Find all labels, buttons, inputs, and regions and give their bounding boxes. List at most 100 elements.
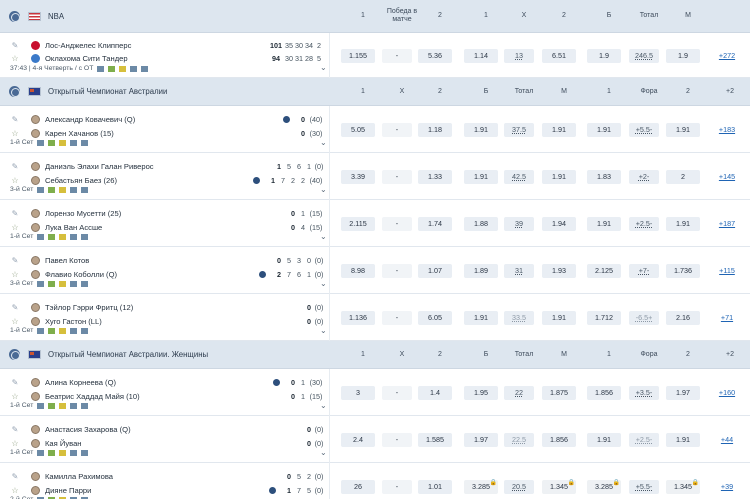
odds-cell[interactable]: 3.285 🔒 [464,479,498,494]
expand-chevron-icon[interactable]: ⌄ [320,495,327,499]
participant-name[interactable]: Алина Корнеева (Q) [45,378,116,387]
odds-cell[interactable]: - [382,263,412,278]
more-markets-link[interactable]: +115 [712,264,742,278]
odds-cell[interactable]: 1.856 [587,385,621,400]
pin-icon[interactable]: ✎ [10,471,20,481]
odds-cell[interactable]: 3.285 🔒 [587,479,621,494]
card-icon[interactable] [59,402,67,409]
chart-icon[interactable] [70,139,78,146]
field-icon[interactable] [48,186,56,193]
stats-icon[interactable] [37,402,45,409]
pin-icon[interactable]: ✎ [10,424,20,434]
odds-cell[interactable]: -6.5+ [629,310,659,325]
odds-cell[interactable]: - [382,385,412,400]
chart-icon[interactable] [130,65,138,72]
league-title[interactable]: Открытый Чемпионат Австралии. Женщины [0,341,330,368]
odds-cell[interactable]: 1.97 [464,432,498,447]
odds-cell[interactable]: 1.91 [587,432,621,447]
card-icon[interactable] [59,449,67,456]
more-markets-link[interactable]: +145 [712,170,742,184]
expand-chevron-icon[interactable]: ⌄ [320,279,327,288]
chart-icon[interactable] [70,449,78,456]
favorite-star-icon[interactable]: ☆ [10,222,20,232]
lineup-icon[interactable] [81,449,89,456]
field-icon[interactable] [48,139,56,146]
participant-name[interactable]: Карен Хачанов (15) [45,129,114,138]
odds-cell[interactable]: 1.33 [418,169,452,184]
odds-cell[interactable]: 37.5 [504,122,534,137]
more-markets-link[interactable]: +39 [712,480,742,494]
participant-name[interactable]: Камилла Рахимова [45,472,113,481]
odds-cell[interactable]: 2.125 [587,263,621,278]
odds-cell[interactable]: 1.97 [666,385,700,400]
odds-cell[interactable]: 1.74 [418,216,452,231]
pin-icon[interactable]: ✎ [10,40,20,50]
odds-cell[interactable]: 5.05 [341,122,375,137]
odds-cell[interactable]: 1.91 [666,122,700,137]
stats-icon[interactable] [37,449,45,456]
participant-name[interactable]: Оклахома Сити Тандер [45,54,128,63]
event-row[interactable]: ✎ Анастасия Захарова (Q) 0 (0) ☆ Кая Йуван 0 (0… [0,416,750,463]
stats-icon[interactable] [37,233,45,240]
stats-icon[interactable] [37,186,45,193]
odds-cell[interactable]: 22 [504,385,534,400]
field-icon[interactable] [108,65,116,72]
field-icon[interactable] [48,449,56,456]
participant-name[interactable]: Лорензо Мусетти (25) [45,209,121,218]
odds-cell[interactable]: 1.345 🔒 [542,479,576,494]
expand-chevron-icon[interactable]: ⌄ [320,138,327,147]
expand-chevron-icon[interactable]: ⌄ [320,401,327,410]
more-markets-link[interactable]: +44 [712,433,742,447]
odds-cell[interactable]: 1.136 [341,310,375,325]
participant-name[interactable]: Флавио Коболли (Q) [45,270,117,279]
favorite-star-icon[interactable]: ☆ [10,438,20,448]
odds-cell[interactable]: 26 [341,479,375,494]
odds-cell[interactable]: +3.5- [629,385,659,400]
odds-cell[interactable]: +2.5- [629,216,659,231]
odds-cell[interactable]: - [382,48,412,63]
odds-cell[interactable]: 1.91 [464,169,498,184]
odds-cell[interactable]: 1.94 [542,216,576,231]
odds-cell[interactable]: 1.345 🔒 [666,479,700,494]
odds-cell[interactable]: 1.155 [341,48,375,63]
odds-cell[interactable]: - [382,169,412,184]
odds-cell[interactable]: 8.98 [341,263,375,278]
odds-cell[interactable]: 1.91 [542,169,576,184]
odds-cell[interactable]: 3 [341,385,375,400]
favorite-star-icon[interactable]: ☆ [10,53,20,63]
odds-cell[interactable]: +2- [629,169,659,184]
odds-cell[interactable]: 2.4 [341,432,375,447]
odds-cell[interactable]: 1.712 [587,310,621,325]
expand-chevron-icon[interactable]: ⌄ [320,63,327,72]
participant-name[interactable]: Хуго Гастон (LL) [45,317,102,326]
lineup-icon[interactable] [81,186,89,193]
lineup-icon[interactable] [81,280,89,287]
odds-cell[interactable]: 1.91 [542,310,576,325]
card-icon[interactable] [59,139,67,146]
event-row[interactable]: ✎ Камилла Рахимова 0 5 2 (0) ☆ Дияне Парри 1 7 5 (0… [0,463,750,499]
odds-cell[interactable]: 1.91 [587,122,621,137]
card-icon[interactable] [59,186,67,193]
lineup-icon[interactable] [141,65,149,72]
field-icon[interactable] [48,327,56,334]
favorite-star-icon[interactable]: ☆ [10,485,20,495]
odds-cell[interactable]: 39 [504,216,534,231]
event-row[interactable]: ✎ Алина Корнеева (Q) 0 1 (30) ☆ Беатрис Хаддад… [0,369,750,416]
expand-chevron-icon[interactable]: ⌄ [320,448,327,457]
participant-name[interactable]: Дияне Парри [45,486,91,495]
odds-cell[interactable]: 2.16 [666,310,700,325]
expand-chevron-icon[interactable]: ⌄ [320,232,327,241]
stats-icon[interactable] [97,65,105,72]
more-markets-link[interactable]: +272 [712,49,742,63]
more-markets-link[interactable]: +183 [712,123,742,137]
card-icon[interactable] [59,327,67,334]
odds-cell[interactable]: 1.95 [464,385,498,400]
odds-cell[interactable]: 1.585 [418,432,452,447]
odds-cell[interactable]: 1.91 [542,122,576,137]
event-row[interactable]: ✎ Павел Котов 0 5 3 0 (0) ☆ Флавио Коболли (Q) 2 7… [0,247,750,294]
event-row[interactable]: ✎ Тэйлор Гэрри Фритц (12) 0 (0) ☆ Хуго Гастон… [0,294,750,341]
lineup-icon[interactable] [81,139,89,146]
participant-name[interactable]: Тэйлор Гэрри Фритц (12) [45,303,133,312]
event-row[interactable]: ✎ Лос-Анджелес Клипперс 101 35 30 34 2 ☆ Оклахом… [0,33,750,78]
odds-cell[interactable]: - [382,310,412,325]
